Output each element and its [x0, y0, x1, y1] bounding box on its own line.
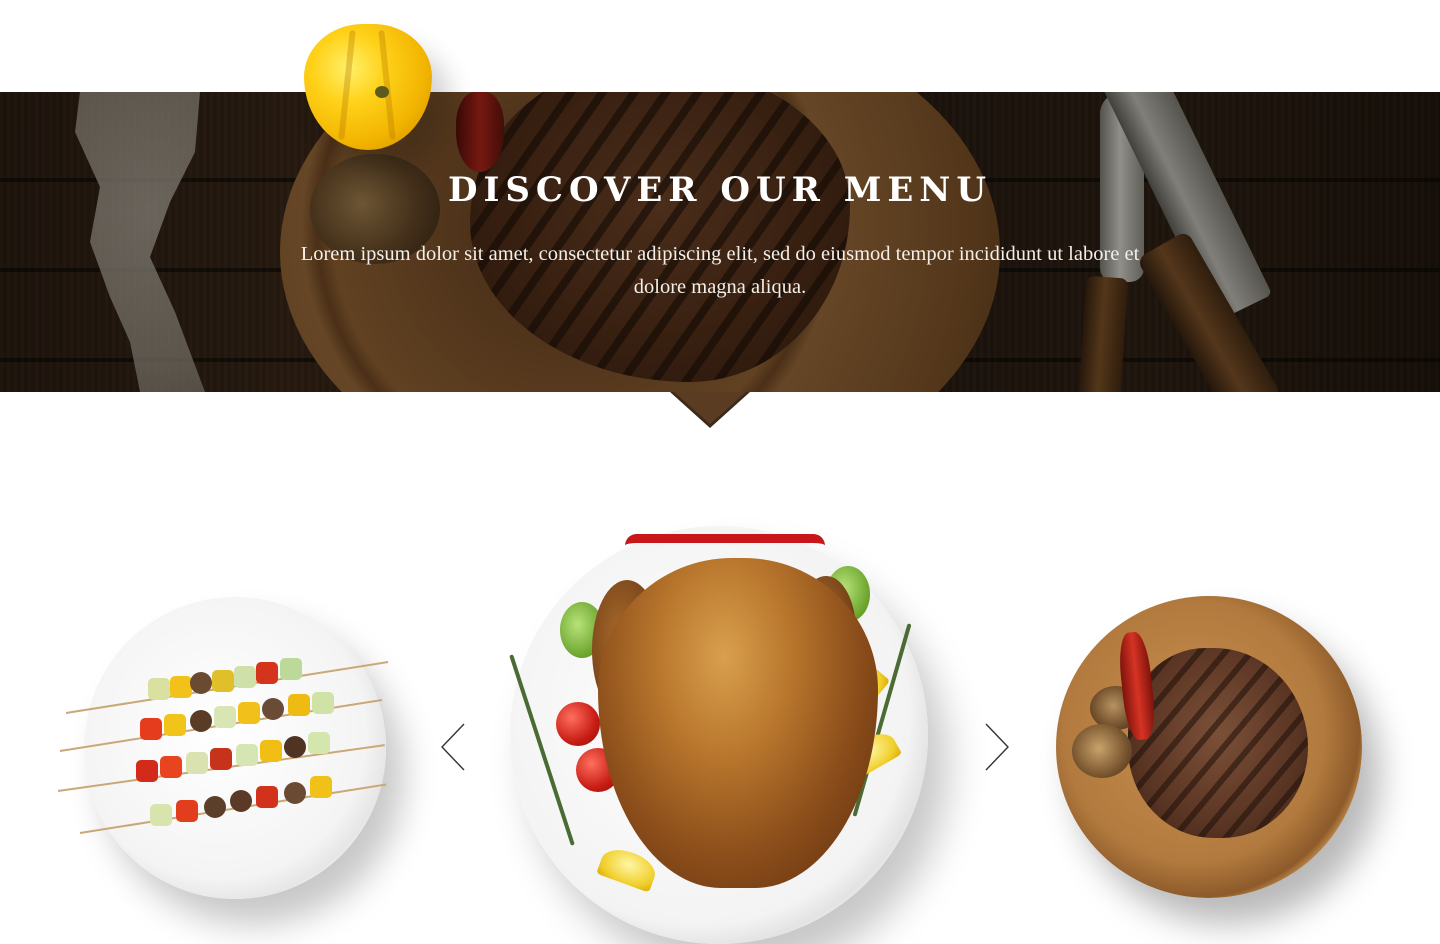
grilled-onion	[1072, 724, 1132, 778]
veg-mushroom	[284, 782, 306, 804]
dish-card-skewers[interactable]	[84, 597, 386, 899]
veg-red-pepper	[136, 760, 158, 782]
veg-yellow-pepper	[260, 740, 282, 762]
section-description: Lorem ipsum dolor sit amet, consectetur …	[300, 243, 1140, 298]
veg-red-pepper	[210, 748, 232, 770]
dish-carousel	[0, 500, 1440, 944]
veg-zucchini	[150, 804, 172, 826]
veg-mushroom	[190, 672, 212, 694]
veg-zucchini	[148, 678, 170, 700]
veg-red-pepper	[256, 662, 278, 684]
veg-mushroom	[230, 790, 252, 812]
veg-yellow-pepper	[170, 676, 192, 698]
veg-zucchini	[312, 692, 334, 714]
veg-red-pepper	[160, 756, 182, 778]
veg-red-pepper	[140, 718, 162, 740]
veg-yellow-pepper	[164, 714, 186, 736]
roast-chicken	[598, 558, 878, 888]
veg-mushroom	[262, 698, 284, 720]
yellow-pepper-stem	[375, 86, 389, 98]
veg-red-pepper	[176, 800, 198, 822]
veg-zucchini	[236, 744, 258, 766]
veg-mushroom	[204, 796, 226, 818]
banner-notch-inner	[674, 392, 746, 424]
veg-zucchini	[308, 732, 330, 754]
veg-yellow-pepper	[288, 694, 310, 716]
veg-zucchini	[186, 752, 208, 774]
veg-zucchini	[214, 706, 236, 728]
cherry-tomato	[556, 702, 600, 746]
veg-yellow-pepper	[212, 670, 234, 692]
veg-yellow-pepper	[310, 776, 332, 798]
carousel-next-button[interactable]	[982, 722, 1012, 772]
veg-zucchini	[234, 666, 256, 688]
veg-mushroom	[190, 710, 212, 732]
veg-mushroom	[284, 736, 306, 758]
veg-zucchini	[280, 658, 302, 680]
veg-red-pepper	[256, 786, 278, 808]
chevron-left-icon	[441, 723, 465, 771]
chevron-right-icon	[985, 723, 1009, 771]
carousel-prev-button[interactable]	[440, 722, 470, 772]
veg-yellow-pepper	[238, 702, 260, 724]
section-title: DISCOVER OUR MENU	[447, 170, 993, 210]
